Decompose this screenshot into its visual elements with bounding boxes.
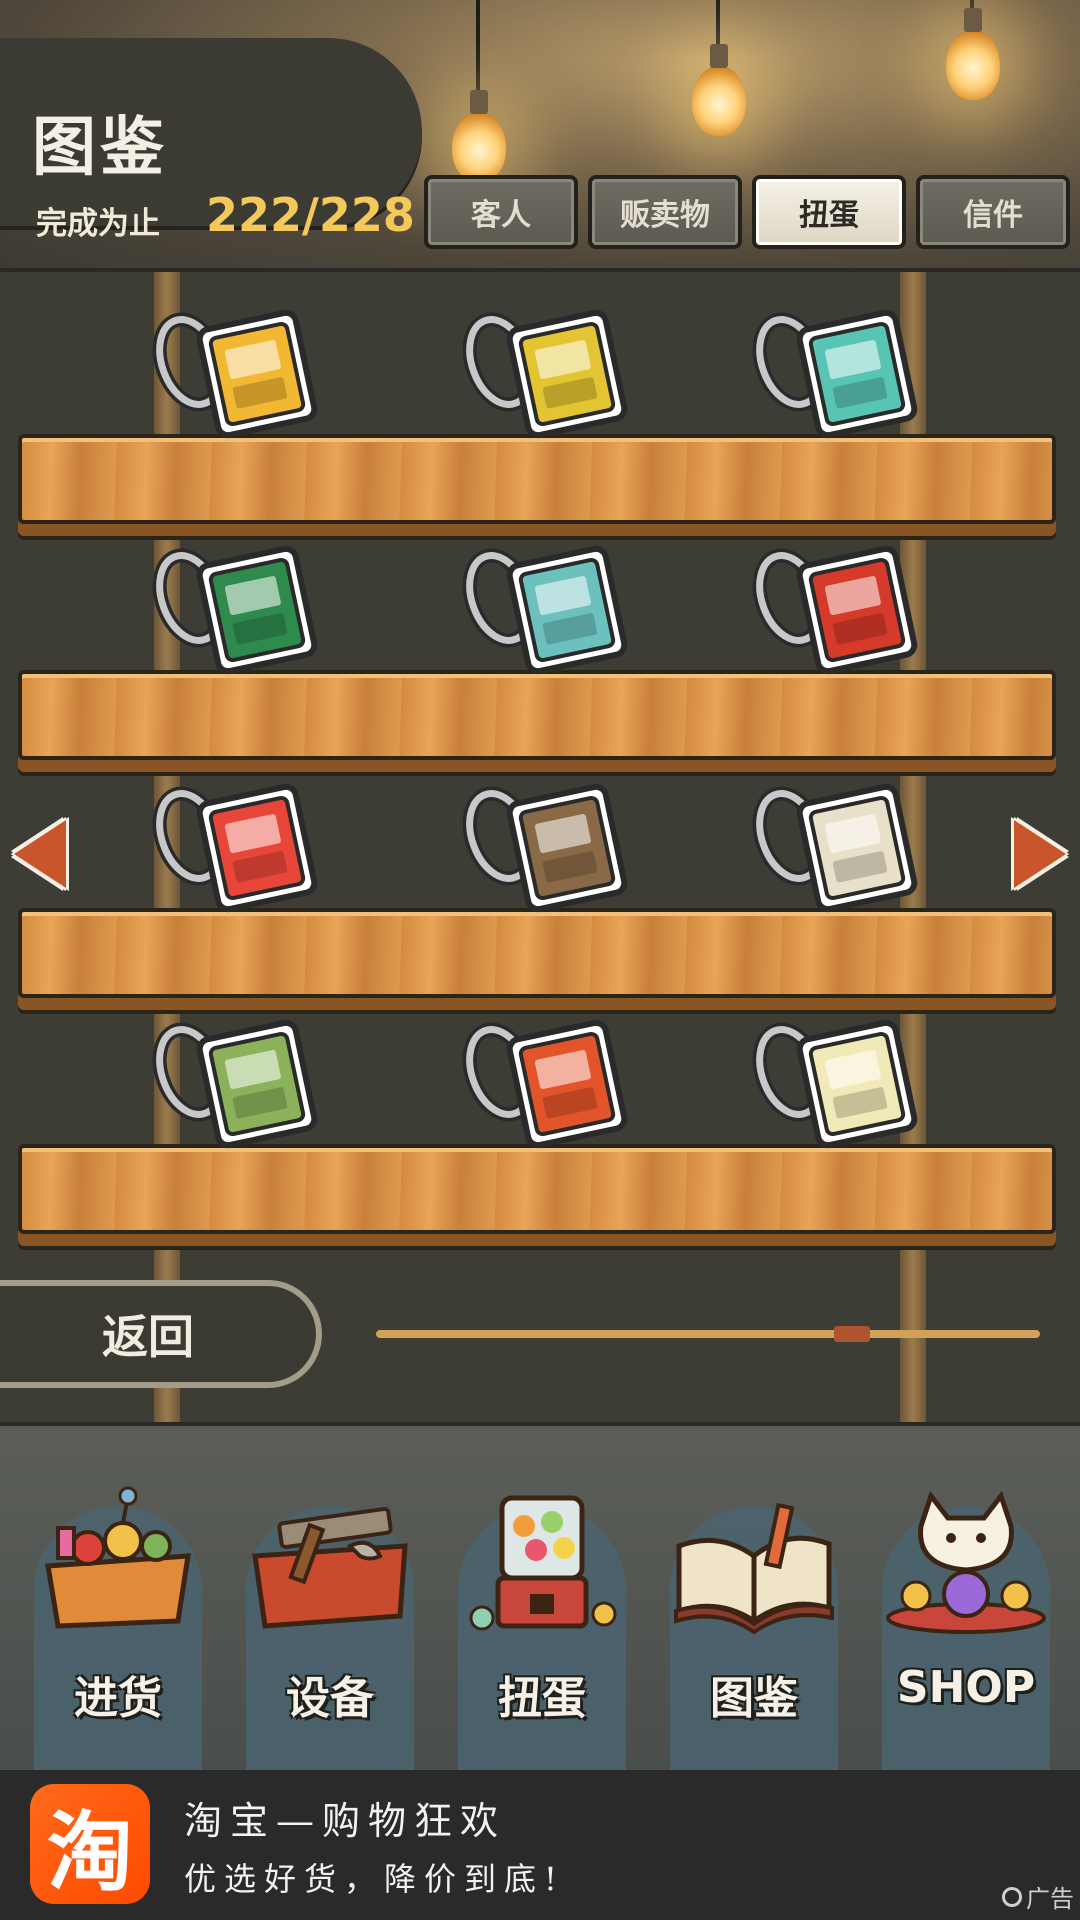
tab-letters[interactable]: 信件 [916,175,1070,249]
nav-label: 进货 [74,1673,162,1724]
moriori-card-keychain-icon[interactable] [130,756,330,926]
nav-encyclopedia-button[interactable]: 图鉴 [646,1426,862,1774]
handheld-game-keychain-icon[interactable] [730,756,930,926]
vending-machine-keychain-icon[interactable] [130,282,330,452]
arcade-cabinet-keychain-icon[interactable] [440,756,640,926]
ad-title: 淘宝—购物狂欢 [184,1799,507,1843]
light-bulb-icon [692,44,746,136]
light-bulb-icon [452,90,506,182]
back-button[interactable]: 返回 [0,1280,322,1388]
goods-basket-icon [45,1486,191,1629]
page-scroll-slider[interactable] [376,1326,1040,1342]
header: 图鉴 完成为止 222/228 客人 贩卖物 扭蛋 信件 [0,0,1080,272]
tab-merchandise[interactable]: 贩卖物 [588,175,742,249]
ad-subtitle: 优选好货，降价到底! [184,1860,565,1898]
toolbox-icon [252,1506,408,1629]
previous-page-arrow-icon[interactable] [14,820,66,888]
ad-tag: 广告 [1002,1879,1074,1914]
gacha-machine-icon [469,1495,617,1631]
bottom-navigation: 进货 设备 扭蛋 图鉴 SHOP [0,1422,1080,1774]
tamago-sign-keychain-icon[interactable] [730,518,930,688]
cocktail-glass-keychain-icon[interactable] [730,992,930,1162]
collection-shelf [0,272,1080,1422]
title-panel: 图鉴 完成为止 222/228 [0,38,422,242]
ad-info-icon [1002,1886,1022,1907]
tab-customers[interactable]: 客人 [424,175,578,249]
page-title: 图鉴 [32,111,168,185]
nav-restock-button[interactable]: 进货 [10,1426,226,1774]
lucky-cat-icon [886,1490,1046,1634]
next-page-arrow-icon[interactable] [1014,820,1066,888]
ad-tag-label: 广告 [1026,1885,1074,1913]
nav-gacha-button[interactable]: 扭蛋 [434,1426,650,1774]
nav-label: SHOP [896,1662,1036,1713]
progress-counter: 222/228 [206,188,415,242]
claw-machine-keychain-icon[interactable] [440,992,640,1162]
three-wheel-truck-keychain-icon[interactable] [440,518,640,688]
slider-thumb[interactable] [834,1326,870,1342]
green-card-binder-keychain-icon[interactable] [130,518,330,688]
ad-banner[interactable]: 淘 淘宝—购物狂欢 优选好货，降价到底! 广告 [0,1770,1080,1920]
teal-vending-machine-keychain-icon[interactable] [730,282,930,452]
taobao-logo: 淘 [30,1784,150,1904]
progress-label: 完成为止 [36,206,160,242]
open-book-icon [674,1502,834,1635]
nav-label: 设备 [286,1673,374,1724]
light-bulb-icon [946,8,1000,100]
green-radio-keychain-icon[interactable] [130,992,330,1162]
decorated-bus-keychain-icon[interactable] [440,282,640,452]
nav-shop-button[interactable]: SHOP [858,1426,1074,1774]
nav-label: 扭蛋 [498,1673,586,1724]
tab-gacha[interactable]: 扭蛋 [752,175,906,249]
nav-label: 图鉴 [710,1673,798,1724]
nav-equipment-button[interactable]: 设备 [222,1426,438,1774]
